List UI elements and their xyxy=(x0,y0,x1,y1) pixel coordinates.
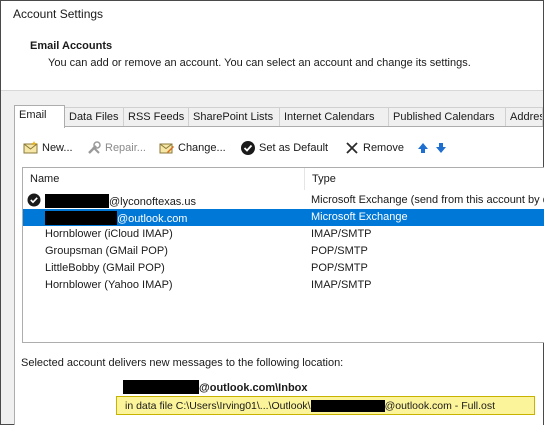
account-settings-window: Account Settings Email Accounts You can … xyxy=(0,0,544,425)
tab-rss-feeds[interactable]: RSS Feeds xyxy=(123,107,189,127)
remove-x-icon xyxy=(344,140,360,156)
new-account-label: New... xyxy=(42,142,73,154)
account-type: IMAP/SMTP xyxy=(311,279,372,291)
delivery-data-file: in data file C:\Users\Irving01\...\Outlo… xyxy=(116,396,535,415)
account-name: LittleBobby (GMail POP) xyxy=(45,262,165,274)
checkmark-icon xyxy=(240,140,256,156)
move-down-button[interactable] xyxy=(433,138,452,158)
account-type: IMAP/SMTP xyxy=(311,228,372,240)
account-row[interactable]: Hornblower (iCloud IMAP) IMAP/SMTP xyxy=(23,226,544,243)
move-down-arrow-icon xyxy=(433,140,449,156)
tab-email[interactable]: Email xyxy=(14,105,65,128)
account-list[interactable]: Name Type @lyconoftexas.us Microsoft Exc… xyxy=(22,167,544,343)
account-row[interactable]: Groupsman (GMail POP) POP/SMTP xyxy=(23,243,544,260)
account-type: Microsoft Exchange xyxy=(311,211,408,223)
repair-account-label: Repair... xyxy=(105,142,146,154)
tab-sharepoint-lists[interactable]: SharePoint Lists xyxy=(188,107,280,127)
delivery-location-label: Selected account delivers new messages t… xyxy=(21,357,344,369)
repair-icon xyxy=(86,140,102,156)
tab-internet-calendars[interactable]: Internet Calendars xyxy=(279,107,389,127)
tab-published-calendars[interactable]: Published Calendars xyxy=(388,107,506,127)
delivery-folder-path: @outlook.com\Inbox xyxy=(123,380,308,394)
redaction-block xyxy=(310,400,385,412)
redaction-block xyxy=(45,211,117,225)
tab-strip: Email Data Files RSS Feeds SharePoint Li… xyxy=(14,105,543,128)
account-type: POP/SMTP xyxy=(311,245,368,257)
redaction-block xyxy=(123,380,199,394)
repair-account-button[interactable]: Repair... xyxy=(86,138,146,158)
remove-account-label: Remove xyxy=(363,142,404,154)
tab-address-books[interactable]: Address Books xyxy=(505,107,543,127)
email-tab-panel: New... Repair... Change... Set as Defaul… xyxy=(14,126,544,425)
redaction-block xyxy=(45,194,109,208)
change-account-button[interactable]: Change... xyxy=(159,138,226,158)
account-row[interactable]: Hornblower (Yahoo IMAP) IMAP/SMTP xyxy=(23,277,544,294)
account-row-selected[interactable]: @outlook.com Microsoft Exchange xyxy=(23,209,544,226)
account-name: Hornblower (Yahoo IMAP) xyxy=(45,279,173,291)
account-name: @lyconoftexas.us xyxy=(45,194,196,208)
account-name: Groupsman (GMail POP) xyxy=(45,245,168,257)
new-email-icon xyxy=(23,140,39,156)
account-row[interactable]: @lyconoftexas.us Microsoft Exchange (sen… xyxy=(23,192,544,209)
account-toolbar: New... Repair... Change... Set as Defaul… xyxy=(23,138,533,158)
set-as-default-label: Set as Default xyxy=(259,142,329,154)
default-check-icon xyxy=(27,193,41,210)
change-icon xyxy=(159,140,175,156)
window-title: Account Settings xyxy=(1,1,543,27)
header-description: You can add or remove an account. You ca… xyxy=(48,57,471,69)
set-as-default-button[interactable]: Set as Default xyxy=(240,138,328,158)
account-name: @outlook.com xyxy=(45,211,187,225)
list-header: Name Type xyxy=(23,168,544,190)
column-header-type[interactable]: Type xyxy=(305,168,544,190)
move-up-arrow-icon xyxy=(415,140,431,156)
change-account-label: Change... xyxy=(178,142,226,154)
new-account-button[interactable]: New... xyxy=(23,138,73,158)
account-type: Microsoft Exchange (send from this accou… xyxy=(311,194,544,206)
move-up-button[interactable] xyxy=(415,138,434,158)
account-type: POP/SMTP xyxy=(311,262,368,274)
account-row[interactable]: LittleBobby (GMail POP) POP/SMTP xyxy=(23,260,544,277)
header-title: Email Accounts xyxy=(30,40,113,52)
tab-data-files[interactable]: Data Files xyxy=(64,107,124,127)
account-name: Hornblower (iCloud IMAP) xyxy=(45,228,173,240)
remove-account-button[interactable]: Remove xyxy=(344,138,404,158)
header-area: Email Accounts You can add or remove an … xyxy=(1,27,543,91)
column-header-name[interactable]: Name xyxy=(23,168,305,190)
